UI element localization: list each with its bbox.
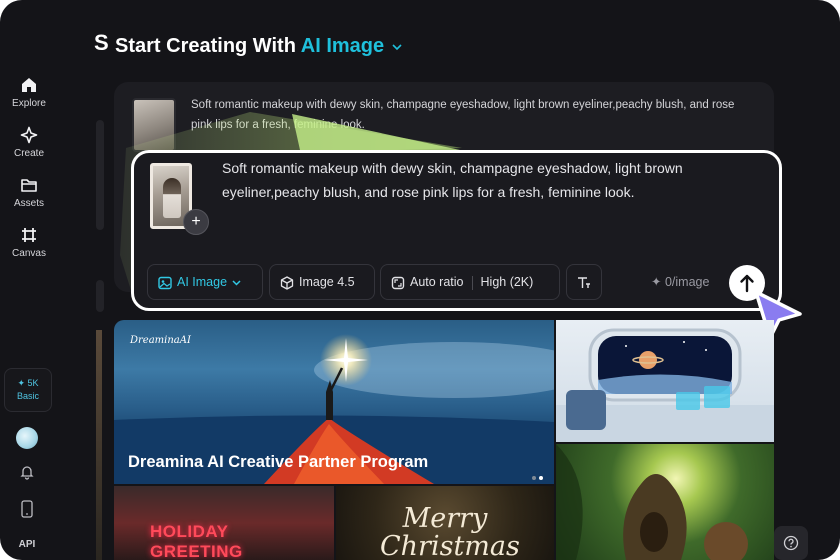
add-reference-button[interactable]: + bbox=[183, 209, 209, 235]
ratio-label: Auto ratio bbox=[410, 275, 464, 289]
sidebar-item-label: Create bbox=[13, 148, 44, 159]
credits-amount: ✦ 5K bbox=[17, 378, 39, 388]
sidebar-item-explore[interactable]: Explore bbox=[0, 76, 58, 109]
sparkle-icon bbox=[20, 126, 38, 144]
background-prompt-text: Soft romantic makeup with dewy skin, cha… bbox=[191, 99, 735, 131]
app-window: Explore Create Assets Canvas ✦ 5K Basic … bbox=[0, 0, 840, 560]
help-button[interactable] bbox=[774, 526, 808, 560]
sidebar: Explore Create Assets Canvas ✦ 5K Basic … bbox=[0, 0, 58, 560]
prompt-input[interactable]: Soft romantic makeup with dewy skin, cha… bbox=[222, 156, 742, 204]
model-version-label: Image 4.5 bbox=[299, 275, 355, 289]
carousel-dots bbox=[529, 467, 543, 485]
plan-tier: Basic bbox=[16, 391, 39, 401]
background-reference-thumbnail bbox=[132, 98, 176, 152]
generation-cost: ✦ 0/image bbox=[651, 274, 709, 289]
carousel-edge bbox=[96, 280, 104, 312]
carousel-dot-active[interactable] bbox=[539, 476, 543, 480]
gallery-tile-forest[interactable] bbox=[556, 444, 774, 560]
aspect-ratio-icon bbox=[391, 276, 405, 289]
sidebar-item-assets[interactable]: Assets bbox=[0, 176, 58, 209]
sidebar-item-create[interactable]: Create bbox=[0, 126, 58, 159]
credits-badge[interactable]: ✦ 5K Basic bbox=[4, 368, 52, 412]
sparkle-icon: ✦ bbox=[651, 275, 665, 289]
carousel-edge bbox=[96, 330, 102, 560]
home-icon bbox=[22, 78, 36, 92]
banner-title: Dreamina AI Creative Partner Program bbox=[128, 453, 429, 471]
folder-icon bbox=[21, 179, 37, 192]
help-icon bbox=[783, 535, 799, 550]
text-format-icon bbox=[578, 277, 590, 288]
cost-label: 0/image bbox=[664, 275, 710, 289]
api-link[interactable]: API bbox=[0, 539, 54, 550]
sidebar-item-label: Assets bbox=[13, 198, 44, 209]
brand-logo: DreaminaAI bbox=[130, 335, 191, 346]
carousel-dot[interactable] bbox=[532, 476, 536, 480]
sidebar-item-canvas[interactable]: Canvas bbox=[0, 226, 58, 259]
mobile-app-icon[interactable] bbox=[20, 500, 34, 518]
chevron-down-icon bbox=[232, 280, 241, 286]
gallery-tile-spaceship[interactable] bbox=[556, 320, 774, 442]
ratio-quality-selector[interactable]: Auto ratio High (2K) bbox=[380, 264, 560, 300]
page-title: Start Creating With AI Image bbox=[115, 35, 402, 58]
holiday-sign-text: HOLIDAY GREETING bbox=[150, 522, 243, 560]
sidebar-item-label: Explore bbox=[12, 98, 46, 109]
carousel-edge bbox=[96, 120, 104, 230]
avatar[interactable] bbox=[16, 427, 38, 449]
tile-artwork bbox=[556, 328, 774, 442]
image-icon bbox=[158, 276, 172, 289]
tile-artwork bbox=[556, 444, 748, 560]
model-version-selector[interactable]: Image 4.5 bbox=[269, 264, 375, 300]
cube-icon bbox=[280, 276, 294, 290]
sidebar-item-label: Canvas bbox=[12, 248, 46, 259]
title-prefix: Start Creating With bbox=[115, 35, 296, 57]
model-selector-title[interactable]: AI Image bbox=[301, 35, 384, 57]
clipped-title-letter: S bbox=[94, 30, 109, 55]
quality-label: High (2K) bbox=[480, 275, 534, 289]
bell-icon[interactable] bbox=[19, 464, 35, 480]
model-type-label: AI Image bbox=[177, 275, 228, 289]
canvas-grid-icon bbox=[22, 228, 36, 242]
christmas-script-text: Merry Christmas bbox=[380, 503, 520, 560]
text-style-button[interactable] bbox=[566, 264, 602, 300]
chevron-down-icon[interactable] bbox=[392, 42, 402, 52]
model-type-dropdown[interactable]: AI Image bbox=[147, 264, 263, 300]
